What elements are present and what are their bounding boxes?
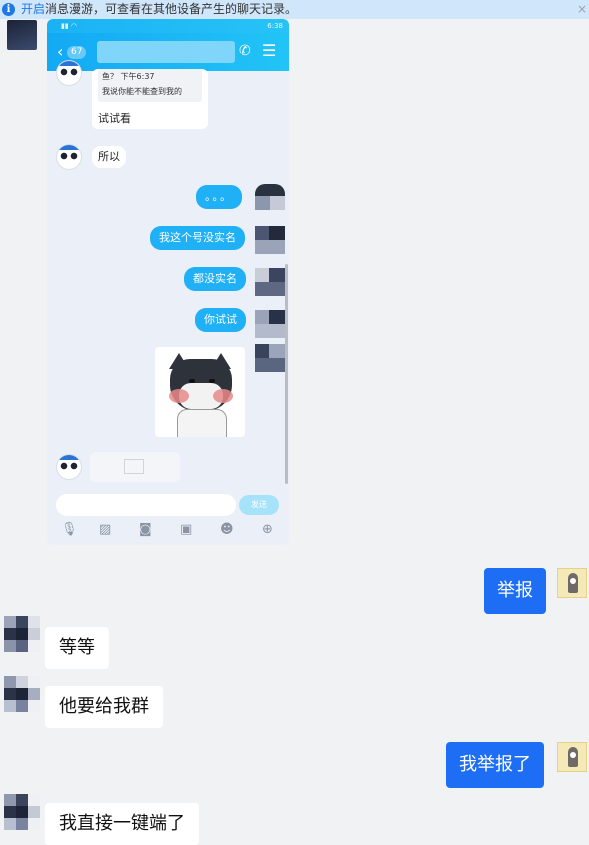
scrollbar — [285, 264, 288, 484]
enable-roaming-link[interactable]: 开启 — [21, 0, 45, 19]
quoted-message: 鱼？ 下午6:37 我说你能不能查到我的 — [98, 69, 202, 102]
message-bubble: 举报 — [484, 568, 546, 614]
image-placeholder — [90, 452, 180, 482]
message-bubble: 。。。 — [196, 185, 242, 209]
message-bubble: 我举报了 — [446, 742, 544, 788]
avatar[interactable] — [557, 568, 587, 598]
avatar[interactable] — [557, 742, 587, 772]
plus-icon: ⊕ — [262, 522, 273, 537]
reply-text: 试试看 — [98, 112, 131, 125]
avatar — [57, 61, 81, 85]
message-bubble: 都没实名 — [184, 267, 246, 291]
shared-screenshot-image[interactable]: ▮▮ ◠ 6:38 ‹ 67 ✆ ☰ 鱼？ 下午6:37 我说你能不能查到我的 … — [47, 19, 289, 545]
message-input — [56, 494, 236, 516]
red-packet-icon: ▣ — [180, 522, 193, 537]
phone-clock: 6:38 — [267, 22, 283, 30]
message-bubble: 你试试 — [195, 308, 246, 332]
message-bubble: 我这个号没实名 — [150, 226, 245, 250]
avatar[interactable] — [7, 20, 37, 50]
avatar — [57, 145, 81, 169]
message-bubble: 我直接一键端了 — [45, 803, 199, 845]
signal-icon: ▮▮ ◠ — [61, 22, 78, 30]
mic-icon: 🎙 — [61, 522, 78, 537]
blurred-contact-name — [97, 41, 235, 63]
message-bubble: 等等 — [45, 627, 109, 669]
menu-icon: ☰ — [262, 41, 277, 60]
camera-icon: ◙ — [139, 522, 152, 537]
avatar — [57, 455, 81, 479]
quoted-reply-bubble: 鱼？ 下午6:37 我说你能不能查到我的 试试看 — [92, 69, 208, 129]
phone-status-bar: ▮▮ ◠ 6:38 — [47, 19, 289, 33]
message-bubble: 他要给我群 — [45, 686, 163, 728]
image-icon: ▨ — [99, 522, 112, 537]
quoted-text: 我说你能不能查到我的 — [102, 87, 182, 96]
avatar[interactable] — [4, 616, 40, 652]
roaming-notice-banner: i 开启 消息漫游，可查看在其他设备产生的聊天记录。 × — [0, 0, 589, 19]
info-icon: i — [2, 3, 15, 16]
send-button: 发送 — [239, 495, 279, 515]
image-icon — [124, 459, 144, 474]
pixelated-avatars — [255, 184, 285, 374]
roaming-notice-text: 消息漫游，可查看在其他设备产生的聊天记录。 — [45, 2, 298, 16]
avatar[interactable] — [4, 676, 40, 712]
phone-chat-header: ‹ 67 ✆ ☰ — [47, 33, 289, 71]
message-bubble: 所以 — [92, 146, 126, 168]
back-icon: ‹ — [57, 42, 64, 61]
close-icon[interactable]: × — [577, 0, 587, 19]
avatar[interactable] — [4, 794, 40, 830]
phone-call-icon: ✆ — [239, 43, 251, 59]
dog-sticker-image — [155, 347, 245, 437]
emoji-icon: ☻ — [220, 522, 234, 537]
unread-count-badge: 67 — [67, 46, 87, 59]
quoted-sender-time: 鱼？ 下午6:37 — [102, 72, 155, 81]
